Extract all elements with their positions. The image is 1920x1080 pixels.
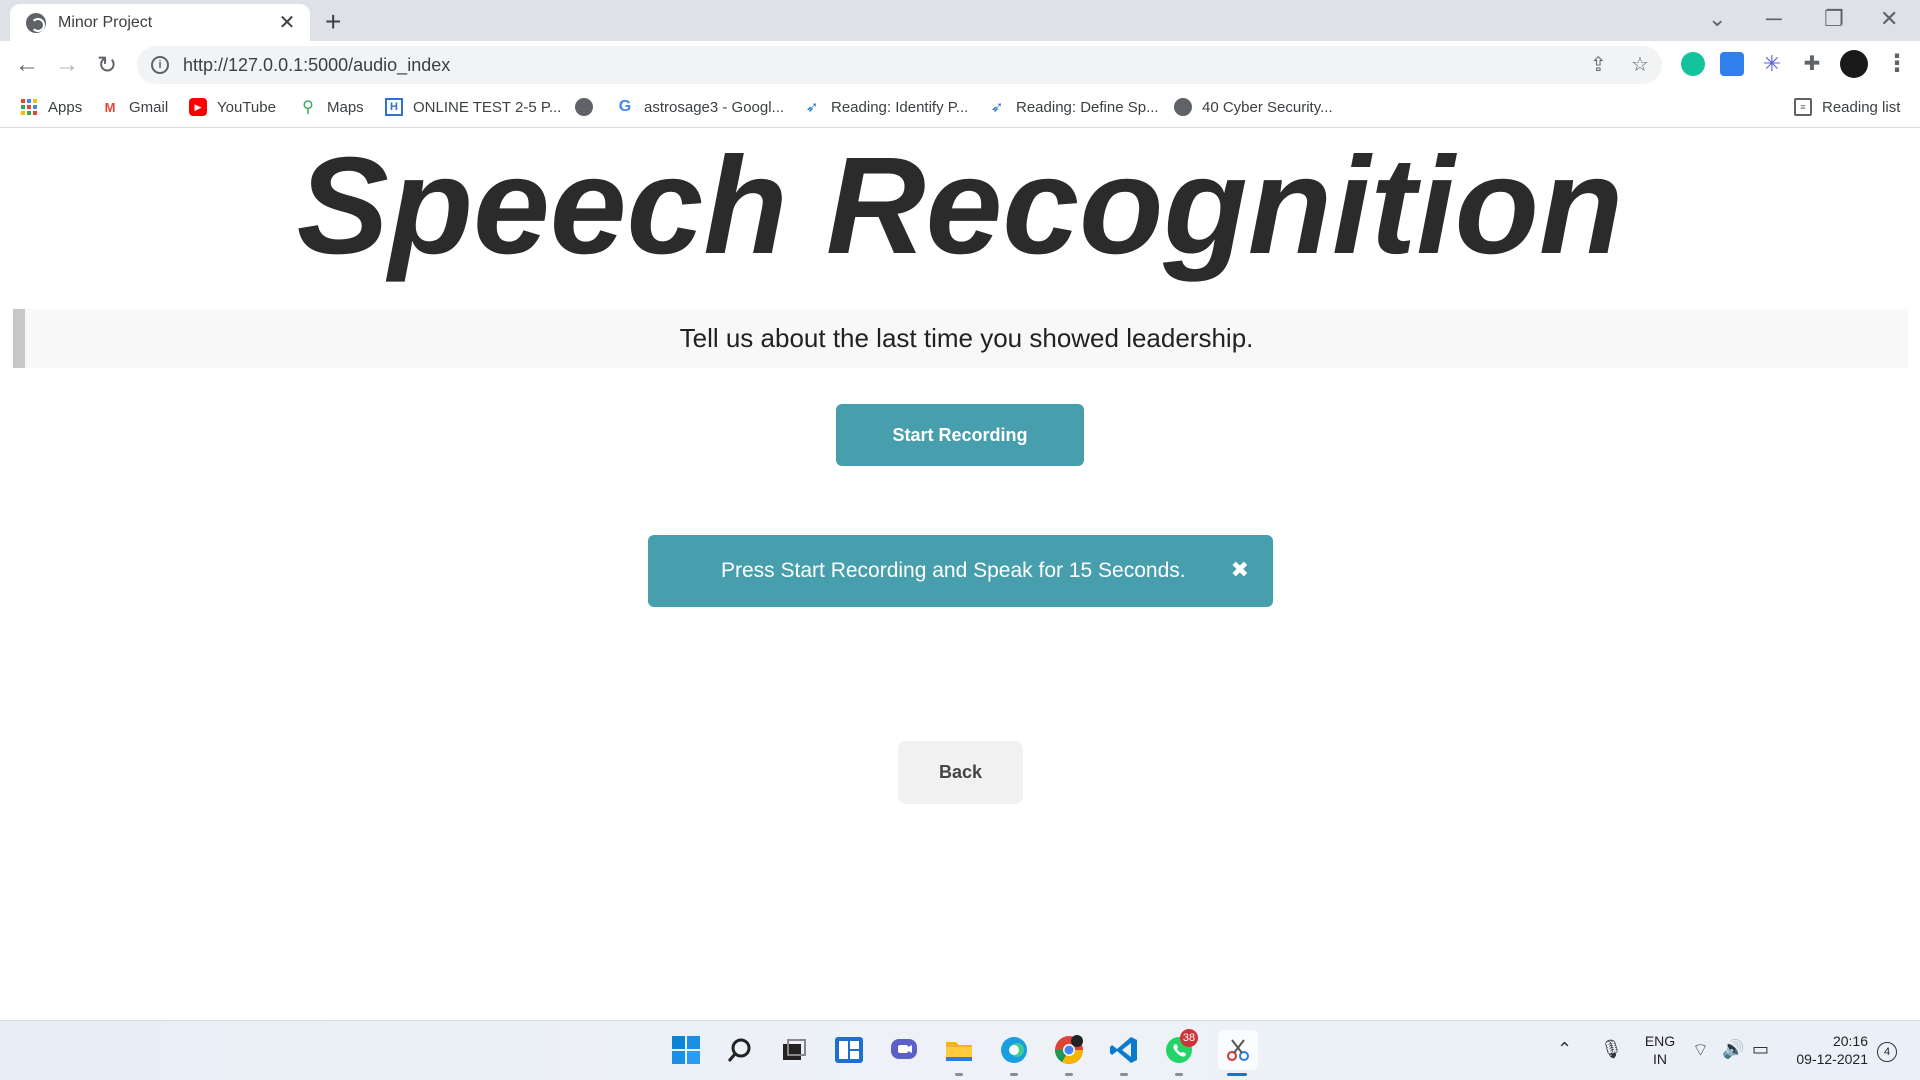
reading-icon: ➶	[805, 99, 819, 116]
reload-icon[interactable]: ↻	[91, 51, 123, 80]
clock-time: 20:16	[1832, 1033, 1868, 1049]
windows-taskbar: 38 ⌃ 🎙 ENG IN ⌔ 🔊 ▭ 20:16 09-12-2021 4	[0, 1020, 1920, 1080]
notifications-badge[interactable]: 4	[1877, 1042, 1897, 1062]
battery-icon[interactable]: ▭	[1752, 1039, 1769, 1060]
restore-button[interactable]: ❐	[1824, 6, 1844, 32]
tab-search-icon[interactable]: ⌄	[1708, 6, 1726, 32]
bookmark-astrosage[interactable]: G astrosage3 - Googl...	[616, 98, 784, 116]
bookmark-label: 40 Cyber Security...	[1202, 98, 1333, 116]
bookmark-youtube[interactable]: ▶ YouTube	[189, 98, 276, 116]
running-indicator	[1065, 1073, 1073, 1076]
bookmark-label: YouTube	[217, 98, 276, 116]
puzzle-extensions-icon[interactable]: ✚	[1800, 52, 1824, 76]
info-alert: Press Start Recording and Speak for 15 S…	[648, 535, 1273, 607]
forward-arrow-icon[interactable]: →	[51, 51, 83, 79]
alert-message: Press Start Recording and Speak for 15 S…	[721, 559, 1186, 582]
browser-toolbar: ← → ↻ i http://127.0.0.1:5000/audio_inde…	[0, 41, 1920, 90]
running-indicator	[1010, 1073, 1018, 1076]
close-window-button[interactable]: ✕	[1880, 6, 1898, 32]
bookmark-gmail[interactable]: M Gmail	[101, 98, 169, 116]
bookmark-maps[interactable]: ⚲ Maps	[299, 98, 364, 117]
language-code: ENG	[1644, 1033, 1676, 1049]
share-icon[interactable]: ⇪	[1590, 52, 1607, 77]
bookmark-label: Reading: Identify P...	[831, 98, 969, 116]
maps-pin-icon: ⚲	[302, 99, 314, 116]
bookmark-label: ONLINE TEST 2-5 P...	[413, 98, 562, 116]
running-indicator	[955, 1073, 963, 1076]
whatsapp-badge: 38	[1180, 1029, 1198, 1047]
bookmark-label: Maps	[327, 98, 364, 116]
wifi-icon[interactable]: ⌔	[1692, 1039, 1709, 1062]
grammarly-extension-icon[interactable]	[1681, 52, 1705, 76]
bookmark-star-icon[interactable]: ☆	[1631, 52, 1649, 77]
gmail-icon: M	[104, 99, 116, 115]
address-bar[interactable]: i http://127.0.0.1:5000/audio_index ⇪ ☆	[137, 46, 1662, 84]
new-tab-button[interactable]: +	[325, 6, 341, 38]
chrome-icon[interactable]	[1052, 1033, 1086, 1067]
volume-icon[interactable]: 🔊	[1722, 1039, 1744, 1060]
running-indicator	[1175, 1073, 1183, 1076]
chevron-up-icon[interactable]: ⌃	[1557, 1039, 1572, 1060]
apps-grid-icon	[20, 98, 38, 116]
bookmark-online-test[interactable]: H ONLINE TEST 2-5 P...	[385, 98, 561, 116]
widgets-icon[interactable]	[832, 1033, 866, 1067]
bookmark-reading-define[interactable]: ➶ Reading: Define Sp...	[988, 98, 1159, 117]
start-recording-button[interactable]: Start Recording	[836, 404, 1084, 466]
teams-chat-icon[interactable]	[887, 1033, 921, 1067]
clock-date: 09-12-2021	[1796, 1051, 1868, 1067]
microphone-icon[interactable]: 🎙	[1600, 1039, 1623, 1060]
site-info-icon[interactable]: i	[151, 56, 169, 74]
back-arrow-icon[interactable]: ←	[11, 51, 43, 79]
windows-start-icon[interactable]	[669, 1033, 703, 1067]
globe-icon	[575, 98, 593, 116]
google-icon: G	[618, 98, 632, 115]
tab-title: Minor Project	[58, 13, 153, 31]
youtube-icon: ▶	[189, 98, 207, 116]
page-content: Speech Recognition Tell us about the las…	[0, 129, 1920, 1020]
extension-icon[interactable]	[1720, 52, 1744, 76]
back-button[interactable]: Back	[898, 741, 1023, 804]
url-text[interactable]: http://127.0.0.1:5000/audio_index	[183, 55, 450, 76]
tab-minor-project[interactable]: Minor Project ✕	[10, 4, 310, 41]
bookmark-label: astrosage3 - Googl...	[644, 98, 785, 116]
bookmark-label: Apps	[48, 98, 83, 116]
active-indicator	[1227, 1073, 1247, 1076]
alert-close-icon[interactable]: ✖	[1231, 557, 1249, 583]
reading-list-label: Reading list	[1822, 98, 1901, 116]
snipping-tool-icon[interactable]	[1218, 1030, 1258, 1070]
browser-menu-icon[interactable]: ⋮	[1885, 49, 1909, 78]
globe-icon	[1174, 98, 1192, 116]
vscode-icon[interactable]	[1107, 1033, 1141, 1067]
task-view-icon[interactable]	[777, 1033, 811, 1067]
reading-list-button[interactable]: ≡ Reading list	[1794, 98, 1900, 116]
reading-icon: ➶	[990, 99, 1004, 116]
clock[interactable]: 20:16 09-12-2021	[1788, 1032, 1868, 1068]
page-title: Speech Recognition	[296, 129, 1624, 283]
bookmark-label: Reading: Define Sp...	[1016, 98, 1159, 116]
bookmark-cyber-security[interactable]: 40 Cyber Security...	[1174, 98, 1333, 116]
region-code: IN	[1653, 1051, 1667, 1067]
edge-browser-icon[interactable]	[997, 1033, 1031, 1067]
running-indicator	[1120, 1073, 1128, 1076]
minimize-button[interactable]: ─	[1766, 6, 1782, 32]
reading-list-icon: ≡	[1794, 98, 1812, 116]
bookmark-apps[interactable]: Apps	[20, 98, 82, 116]
tab-close-icon[interactable]: ✕	[276, 10, 298, 35]
bookmarks-bar: Apps M Gmail ▶ YouTube ⚲ Maps H ONLINE T…	[0, 90, 1920, 128]
tab-strip: Minor Project ✕ + ⌄ ─ ❐ ✕	[0, 0, 1920, 41]
file-explorer-icon[interactable]	[942, 1033, 976, 1067]
bookmark-reading-identify[interactable]: ➶ Reading: Identify P...	[803, 98, 969, 117]
globe-icon	[26, 12, 46, 33]
sparkle-extension-icon[interactable]: ✳	[1760, 52, 1784, 76]
search-icon[interactable]	[723, 1033, 757, 1067]
question-text: Tell us about the last time you showed l…	[679, 323, 1254, 353]
bookmark-globe[interactable]	[575, 98, 603, 116]
question-blockquote: Tell us about the last time you showed l…	[13, 309, 1908, 368]
bookmark-label: Gmail	[129, 98, 169, 116]
profile-avatar[interactable]	[1840, 50, 1868, 78]
h-logo-icon: H	[385, 98, 403, 116]
language-indicator[interactable]: ENG IN	[1640, 1032, 1680, 1068]
